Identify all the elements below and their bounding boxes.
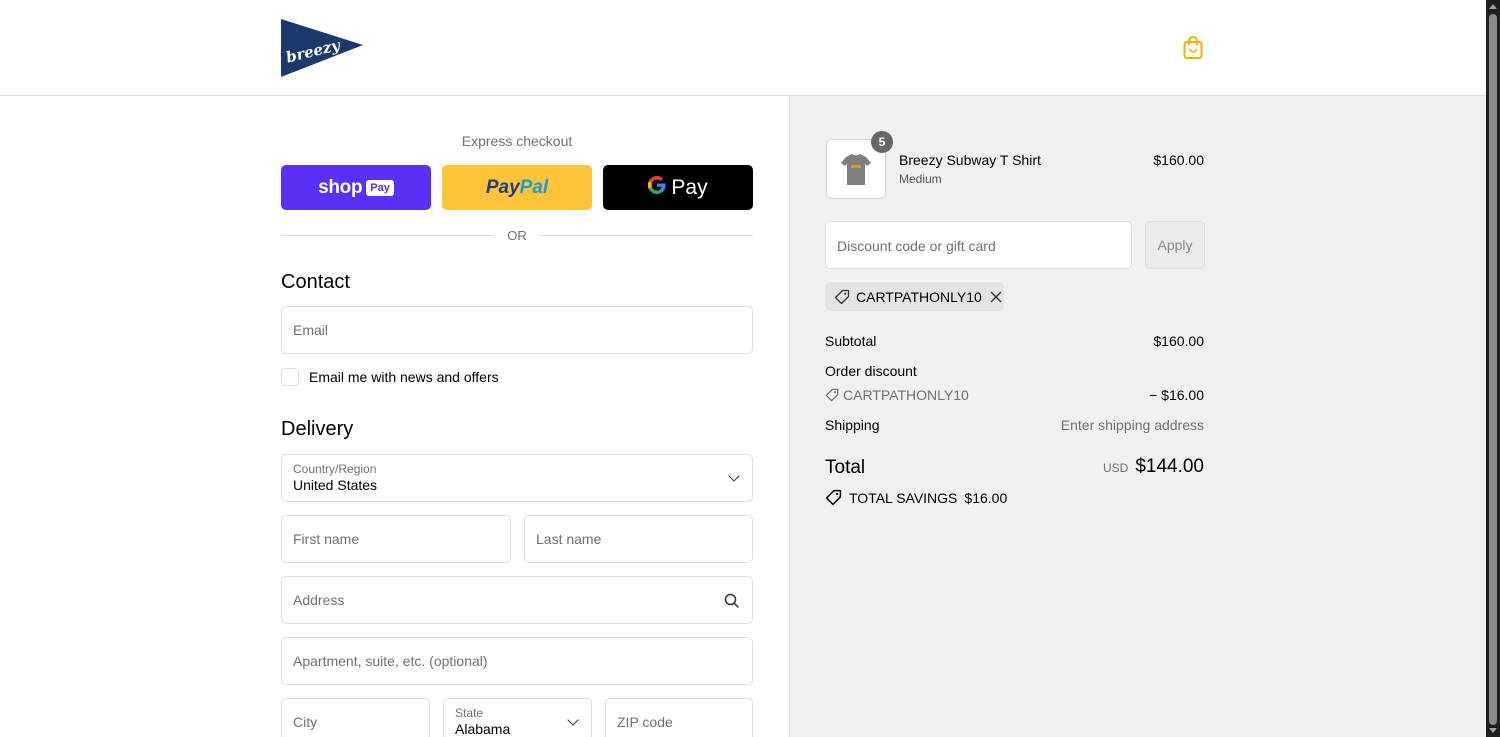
state-select[interactable]: State Alabama <box>443 698 592 737</box>
total-savings-row: TOTAL SAVINGS $16.00 <box>825 489 1007 506</box>
total-label: Total <box>825 457 866 478</box>
savings-label: TOTAL SAVINGS <box>849 489 958 506</box>
shop-pay-button[interactable]: shop Pay <box>281 165 431 210</box>
first-name-field[interactable]: First name <box>281 515 511 563</box>
savings-tag-icon <box>825 489 842 506</box>
city-field[interactable]: City <box>281 698 430 737</box>
paypal-wordmark-part2: Pal <box>519 176 549 198</box>
contact-title: Contact <box>281 271 350 293</box>
shop-pay-wordmark: shop <box>318 176 363 198</box>
search-icon[interactable] <box>724 593 740 609</box>
tag-icon <box>834 289 850 304</box>
product-variant: Medium <box>899 172 942 186</box>
state-value: Alabama <box>455 721 511 737</box>
zip-field[interactable]: ZIP code <box>605 698 753 737</box>
last-name-field[interactable]: Last name <box>524 515 753 563</box>
newsletter-row: Email me with news and offers <box>281 368 499 386</box>
remove-code-icon[interactable] <box>990 291 1002 303</box>
discount-placeholder: Discount code or gift card <box>837 238 996 254</box>
or-label: OR <box>507 228 527 243</box>
city-placeholder: City <box>293 714 318 730</box>
shop-pay-badge: Pay <box>366 179 394 196</box>
scroll-up-arrow-icon[interactable] <box>1489 4 1497 9</box>
total-value-group: USD $144.00 <box>1103 456 1204 478</box>
total-amount: $144.00 <box>1135 456 1204 477</box>
last-name-placeholder: Last name <box>536 531 602 547</box>
subtotal-value: $160.00 <box>1153 333 1204 349</box>
first-name-placeholder: First name <box>293 531 360 547</box>
country-select[interactable]: Country/Region United States <box>281 454 753 502</box>
google-pay-label: Pay <box>671 175 708 199</box>
chevron-down-icon <box>567 714 579 726</box>
quantity-badge: 5 <box>871 131 893 153</box>
order-discount-code: CARTPATHONLY10 <box>843 387 969 403</box>
apply-button[interactable]: Apply <box>1145 221 1205 269</box>
state-label: State <box>455 706 484 720</box>
tag-icon <box>825 388 839 402</box>
delivery-title: Delivery <box>281 418 354 440</box>
product-name: Breezy Subway T Shirt <box>899 152 1041 168</box>
order-discount-code-row: CARTPATHONLY10 <box>825 387 969 403</box>
scroll-down-arrow-icon[interactable] <box>1489 728 1497 733</box>
order-discount-value: − $16.00 <box>1149 387 1204 403</box>
product-price: $160.00 <box>1153 152 1204 168</box>
paypal-wordmark-part1: Pay <box>485 176 520 198</box>
country-label: Country/Region <box>293 462 377 476</box>
scrollbar-thumb[interactable] <box>1489 14 1497 725</box>
or-divider: OR <box>281 227 753 243</box>
newsletter-checkbox[interactable] <box>281 368 299 386</box>
breezy-logo[interactable]: breezy <box>281 19 363 77</box>
chevron-down-icon <box>728 470 740 482</box>
subtotal-label: Subtotal <box>825 333 877 349</box>
google-pay-button[interactable]: Pay <box>603 165 753 210</box>
address-field[interactable]: Address <box>281 576 753 624</box>
email-placeholder: Email <box>293 322 329 338</box>
header: breezy <box>0 0 1486 96</box>
paypal-button[interactable]: Pay Pal <box>442 165 592 210</box>
shipping-value: Enter shipping address <box>1060 417 1204 433</box>
zip-placeholder: ZIP code <box>617 714 673 730</box>
applied-code-text: CARTPATHONLY10 <box>856 288 982 305</box>
express-checkout-label: Express checkout <box>461 133 573 149</box>
savings-value: $16.00 <box>964 489 1008 506</box>
total-currency: USD <box>1102 461 1129 475</box>
applied-discount-chip: CARTPATHONLY10 <box>825 282 1004 311</box>
newsletter-label[interactable]: Email me with news and offers <box>309 369 499 385</box>
email-field[interactable]: Email <box>281 306 753 354</box>
page-scrollbar[interactable] <box>1486 0 1500 737</box>
apartment-field[interactable]: Apartment, suite, etc. (optional) <box>281 637 753 685</box>
order-discount-label: Order discount <box>825 363 917 379</box>
address-placeholder: Address <box>293 592 345 608</box>
shipping-label: Shipping <box>825 417 880 433</box>
shopping-bag-icon[interactable] <box>1182 36 1204 60</box>
country-value: United States <box>293 477 378 493</box>
google-g-icon <box>648 175 667 200</box>
apartment-placeholder: Apartment, suite, etc. (optional) <box>293 653 488 669</box>
discount-code-input[interactable]: Discount code or gift card <box>825 221 1132 269</box>
